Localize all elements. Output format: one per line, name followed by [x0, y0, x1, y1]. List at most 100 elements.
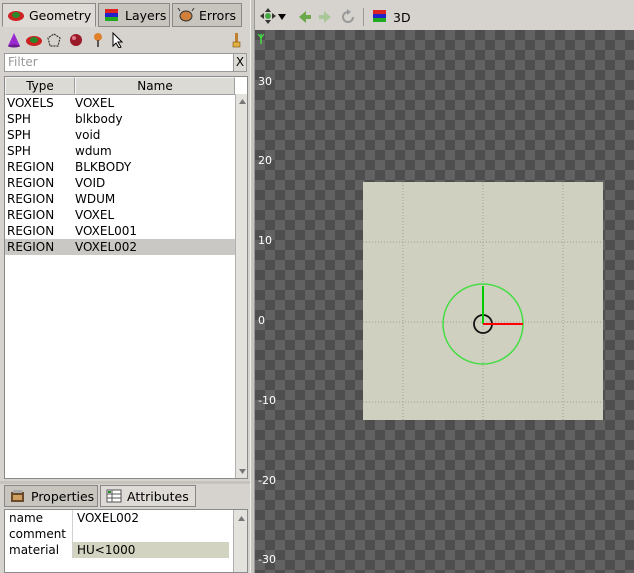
attributes-icon [105, 489, 123, 503]
viewport-toolbar: 3D [255, 5, 634, 29]
filter-clear-button[interactable]: X [233, 53, 247, 72]
attributes-scrollbar[interactable] [233, 510, 247, 572]
table-header: Type Name [5, 77, 235, 95]
table-body: VOXELS VOXEL SPH blkbody SPH void SPH wdum REGIO… [5, 95, 235, 255]
cell-name: VOXEL [75, 208, 115, 222]
viewport-canvas [257, 33, 603, 420]
cell-type: REGION [7, 208, 55, 222]
attributes-table: name VOXEL002 comment material HU<1000 [4, 509, 248, 573]
axis-y-indicator-icon [257, 33, 265, 44]
cell-type: SPH [7, 128, 31, 142]
tab-label: Layers [125, 7, 167, 23]
errors-icon [177, 7, 195, 23]
top-tabbar: Geometry Layers Errors [2, 3, 246, 27]
toolbar-divider [363, 8, 364, 26]
scroll-down-arrow-icon[interactable] [236, 465, 247, 477]
paint-brush-icon[interactable] [226, 30, 246, 50]
view-label: 3D [393, 9, 411, 25]
geometry-toolbar [4, 30, 246, 50]
table-row[interactable]: REGION BLKBODY [5, 159, 235, 175]
tab-layers[interactable]: Layers [98, 3, 170, 27]
cell-type: REGION [7, 192, 55, 206]
column-header-name[interactable]: Name [75, 77, 235, 95]
cell-name: void [75, 128, 101, 142]
table-row[interactable]: SPH wdum [5, 143, 235, 159]
move-arrows-icon [259, 7, 277, 28]
y-tick-label: 0 [258, 314, 265, 327]
tab-properties[interactable]: Properties [4, 485, 98, 507]
y-tick-label: 30 [258, 75, 272, 88]
refresh-button[interactable] [339, 8, 357, 26]
refresh-icon [339, 9, 357, 29]
layers-icon [371, 8, 389, 27]
back-button[interactable] [297, 8, 313, 26]
y-tick-label: -30 [258, 553, 276, 566]
pointer-icon[interactable] [108, 30, 128, 50]
material-icon[interactable] [88, 30, 108, 50]
attribute-value[interactable]: HU<1000 [73, 542, 229, 558]
attribute-row[interactable]: name VOXEL002 [5, 510, 247, 526]
geometry-add-icon[interactable] [24, 30, 44, 50]
tab-label: Attributes [127, 488, 189, 504]
cell-name: BLKBODY [75, 160, 132, 174]
cell-name: VOXEL001 [75, 224, 138, 238]
chevron-down-icon [277, 10, 287, 24]
cell-type: SPH [7, 112, 31, 126]
table-scrollbar[interactable] [235, 94, 247, 478]
tab-errors[interactable]: Errors [172, 3, 242, 27]
cone-icon[interactable] [4, 30, 24, 50]
navigate-mode-button[interactable] [259, 7, 293, 27]
table-row[interactable]: VOXELS VOXEL [5, 95, 235, 111]
filter-input[interactable]: Filter [4, 53, 234, 72]
cell-name: VOID [75, 176, 106, 190]
attribute-key: name [5, 510, 73, 526]
arrow-left-icon [297, 11, 313, 29]
bottom-tabbar: Properties Attributes [4, 485, 248, 507]
scroll-up-arrow-icon[interactable] [235, 512, 247, 524]
table-row[interactable]: REGION VOXEL001 [5, 223, 235, 239]
cell-type: SPH [7, 144, 31, 158]
geometry-table: Type Name VOXELS VOXEL SPH blkbody SPH void SP… [4, 76, 248, 479]
table-row[interactable]: REGION VOXEL [5, 207, 235, 223]
layers-icon [103, 7, 121, 23]
attributes-body: name VOXEL002 comment material HU<1000 [5, 510, 247, 558]
table-row[interactable]: REGION VOID [5, 175, 235, 191]
cell-name: blkbody [75, 112, 123, 126]
cell-type: VOXELS [7, 96, 54, 110]
arrow-right-icon [317, 11, 333, 29]
y-tick-label: 10 [258, 234, 272, 247]
region-icon[interactable] [44, 30, 64, 50]
3d-viewport[interactable]: 30 20 10 0 -10 -20 -30 [255, 30, 634, 573]
cell-type: REGION [7, 224, 55, 238]
cell-type: REGION [7, 160, 55, 174]
y-tick-label: 20 [258, 154, 272, 167]
forward-button[interactable] [317, 8, 333, 26]
attribute-row[interactable]: material HU<1000 [5, 542, 247, 558]
view-layers-button[interactable]: 3D [371, 7, 421, 27]
sphere-icon[interactable] [66, 30, 86, 50]
cell-name: WDUM [75, 192, 116, 206]
table-row[interactable]: SPH blkbody [5, 111, 235, 127]
cell-name: VOXEL [75, 96, 115, 110]
tab-geometry[interactable]: Geometry [2, 3, 96, 27]
cell-name: VOXEL002 [75, 240, 138, 254]
properties-icon [9, 489, 27, 503]
panel-splitter[interactable] [0, 481, 250, 484]
attribute-key: material [5, 542, 73, 558]
attribute-value[interactable] [73, 526, 229, 542]
attribute-value[interactable]: VOXEL002 [73, 510, 229, 526]
table-row[interactable]: REGION VOXEL002 [5, 239, 235, 255]
y-tick-label: -20 [258, 474, 276, 487]
column-header-type[interactable]: Type [5, 77, 75, 95]
y-tick-label: -10 [258, 394, 276, 407]
tab-label: Geometry [29, 7, 92, 23]
cell-type: REGION [7, 240, 55, 254]
table-row[interactable]: REGION WDUM [5, 191, 235, 207]
left-panel: Geometry Layers Errors Filter X Type Nam… [0, 0, 250, 573]
table-row[interactable]: SPH void [5, 127, 235, 143]
attribute-row[interactable]: comment [5, 526, 247, 542]
tab-label: Errors [199, 7, 236, 23]
geometry-icon [7, 7, 25, 23]
tab-attributes[interactable]: Attributes [100, 485, 196, 507]
scroll-up-arrow-icon[interactable] [236, 95, 247, 107]
